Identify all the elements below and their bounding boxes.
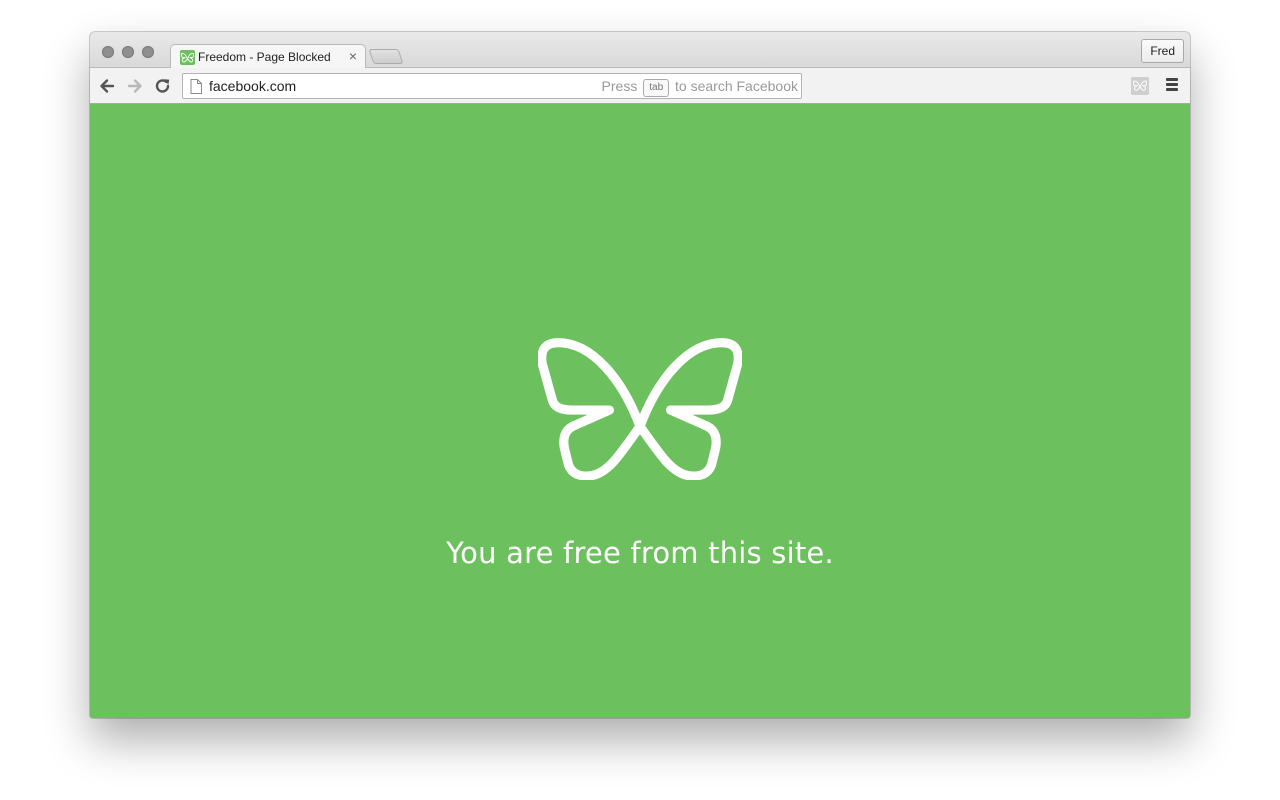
url-text: facebook.com	[209, 78, 297, 94]
back-button[interactable]	[97, 76, 117, 96]
tab-title: Freedom - Page Blocked	[198, 50, 331, 64]
freedom-extension-button[interactable]	[1131, 77, 1149, 95]
zoom-window-button[interactable]	[142, 46, 154, 58]
hint-suffix: to search Facebook	[675, 78, 798, 94]
search-hint: Press tab to search Facebook	[602, 78, 798, 97]
tab-strip: Freedom - Page Blocked × Fred	[90, 32, 1190, 69]
hamburger-menu-icon[interactable]	[1166, 78, 1178, 92]
browser-toolbar: facebook.com Press tab to search Faceboo…	[90, 68, 1190, 104]
forward-button[interactable]	[125, 76, 145, 96]
tab-freedom-page-blocked[interactable]: Freedom - Page Blocked ×	[170, 44, 366, 69]
hint-prefix: Press	[601, 78, 638, 94]
blocked-message: You are free from this site.	[446, 536, 834, 570]
reload-icon	[155, 79, 170, 93]
address-bar[interactable]: facebook.com Press tab to search Faceboo…	[182, 73, 802, 99]
butterfly-icon	[1133, 80, 1147, 91]
tab-key-badge: tab	[643, 79, 670, 97]
profile-button[interactable]: Fred	[1141, 39, 1184, 63]
new-tab-button[interactable]	[368, 49, 404, 64]
browser-window: Freedom - Page Blocked × Fred facebook.c…	[90, 32, 1190, 718]
butterfly-icon	[180, 50, 195, 65]
blocked-page-content: You are free from this site.	[90, 104, 1190, 718]
minimize-window-button[interactable]	[122, 46, 134, 58]
page-icon	[190, 79, 202, 94]
close-window-button[interactable]	[102, 46, 114, 58]
reload-button[interactable]	[153, 76, 173, 96]
butterfly-logo	[538, 338, 742, 480]
arrow-right-icon	[127, 79, 142, 93]
close-tab-icon[interactable]: ×	[349, 48, 357, 64]
arrow-left-icon	[100, 79, 115, 93]
